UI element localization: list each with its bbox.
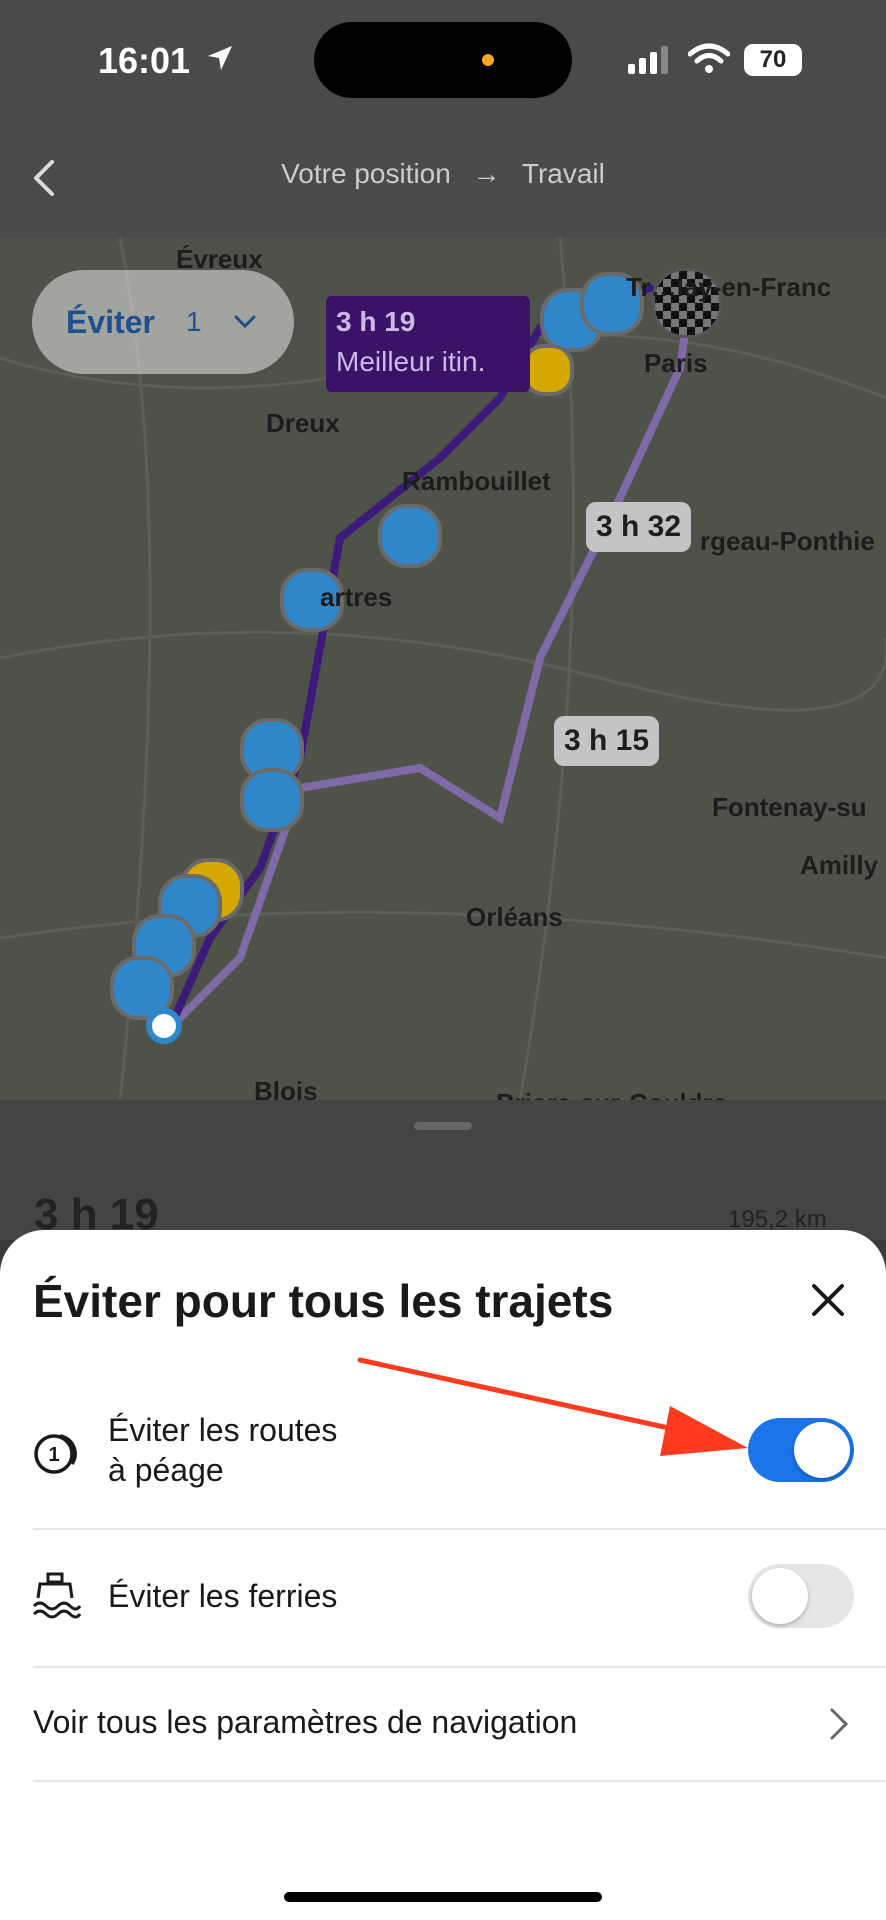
- police-marker-icon[interactable]: [378, 504, 442, 568]
- map-label: Paris: [644, 348, 708, 378]
- chevron-down-icon: [234, 315, 256, 329]
- navigation-settings-link[interactable]: Voir tous les paramètres de navigation: [33, 1702, 577, 1742]
- map-label: rgeau-Ponthie: [700, 526, 875, 556]
- sheet-title: Éviter pour tous les trajets: [33, 1275, 614, 1327]
- svg-text:1: 1: [48, 1444, 59, 1466]
- avoid-options-sheet: [0, 1230, 886, 1920]
- divider: [33, 1666, 886, 1668]
- sheet-grabber[interactable]: [414, 1122, 472, 1130]
- map-label: Fontenay-su: [712, 792, 867, 822]
- destination-label: Travail: [521, 158, 605, 189]
- toll-coin-icon: 1: [34, 1434, 77, 1474]
- status-time: 16:01: [98, 40, 191, 81]
- map-label: Tr…lay-en-Franc: [626, 272, 832, 302]
- toggle-knob: [752, 1568, 808, 1624]
- dynamic-island: [314, 22, 572, 98]
- best-route-chip[interactable]: 3 h 19 Meilleur itin.: [326, 296, 530, 392]
- toggle-knob: [794, 1422, 850, 1478]
- map-label: Dreux: [266, 408, 340, 438]
- toll-roads-label: Éviter les routes à péage: [108, 1412, 338, 1488]
- route-arrow: →: [472, 158, 501, 189]
- avoid-filter-count: 1: [186, 306, 202, 337]
- location-arrow-icon: [208, 46, 232, 70]
- ferry-icon: [32, 1572, 82, 1619]
- annotation-arrow: [357, 1357, 748, 1456]
- divider: [33, 1780, 886, 1782]
- toll-roads-toggle[interactable]: [748, 1418, 854, 1482]
- current-position-icon: [146, 1008, 182, 1044]
- divider: [33, 1528, 886, 1530]
- route-summary: Votre position → Travail: [0, 158, 886, 190]
- privacy-indicator-dot: [482, 54, 494, 66]
- alt-route-line: [166, 294, 694, 1032]
- signal-icon: [628, 46, 668, 74]
- home-indicator: [284, 1892, 602, 1902]
- alt-route-chip[interactable]: 3 h 32: [586, 502, 692, 552]
- wifi-icon: [688, 43, 730, 73]
- ferries-label: Éviter les ferries: [108, 1578, 338, 1614]
- battery-indicator: 70: [744, 44, 802, 76]
- ferries-toggle[interactable]: [748, 1564, 854, 1628]
- police-marker-icon[interactable]: [240, 768, 304, 832]
- chevron-right-icon[interactable]: [828, 1706, 852, 1742]
- alt-route-chip[interactable]: 3 h 15: [554, 716, 660, 766]
- map-label: Rambouillet: [402, 466, 551, 496]
- best-route-time: 3 h 19: [336, 306, 416, 337]
- best-route-line: [166, 284, 654, 1032]
- map-label: Amilly: [800, 850, 879, 880]
- best-route-label: Meilleur itin.: [336, 346, 486, 377]
- origin-label: Votre position: [281, 158, 451, 189]
- map-label: Orléans: [466, 902, 563, 932]
- map-label: artres: [320, 582, 393, 612]
- avoid-filter-label: Éviter: [66, 304, 155, 340]
- close-icon[interactable]: [800, 1272, 856, 1328]
